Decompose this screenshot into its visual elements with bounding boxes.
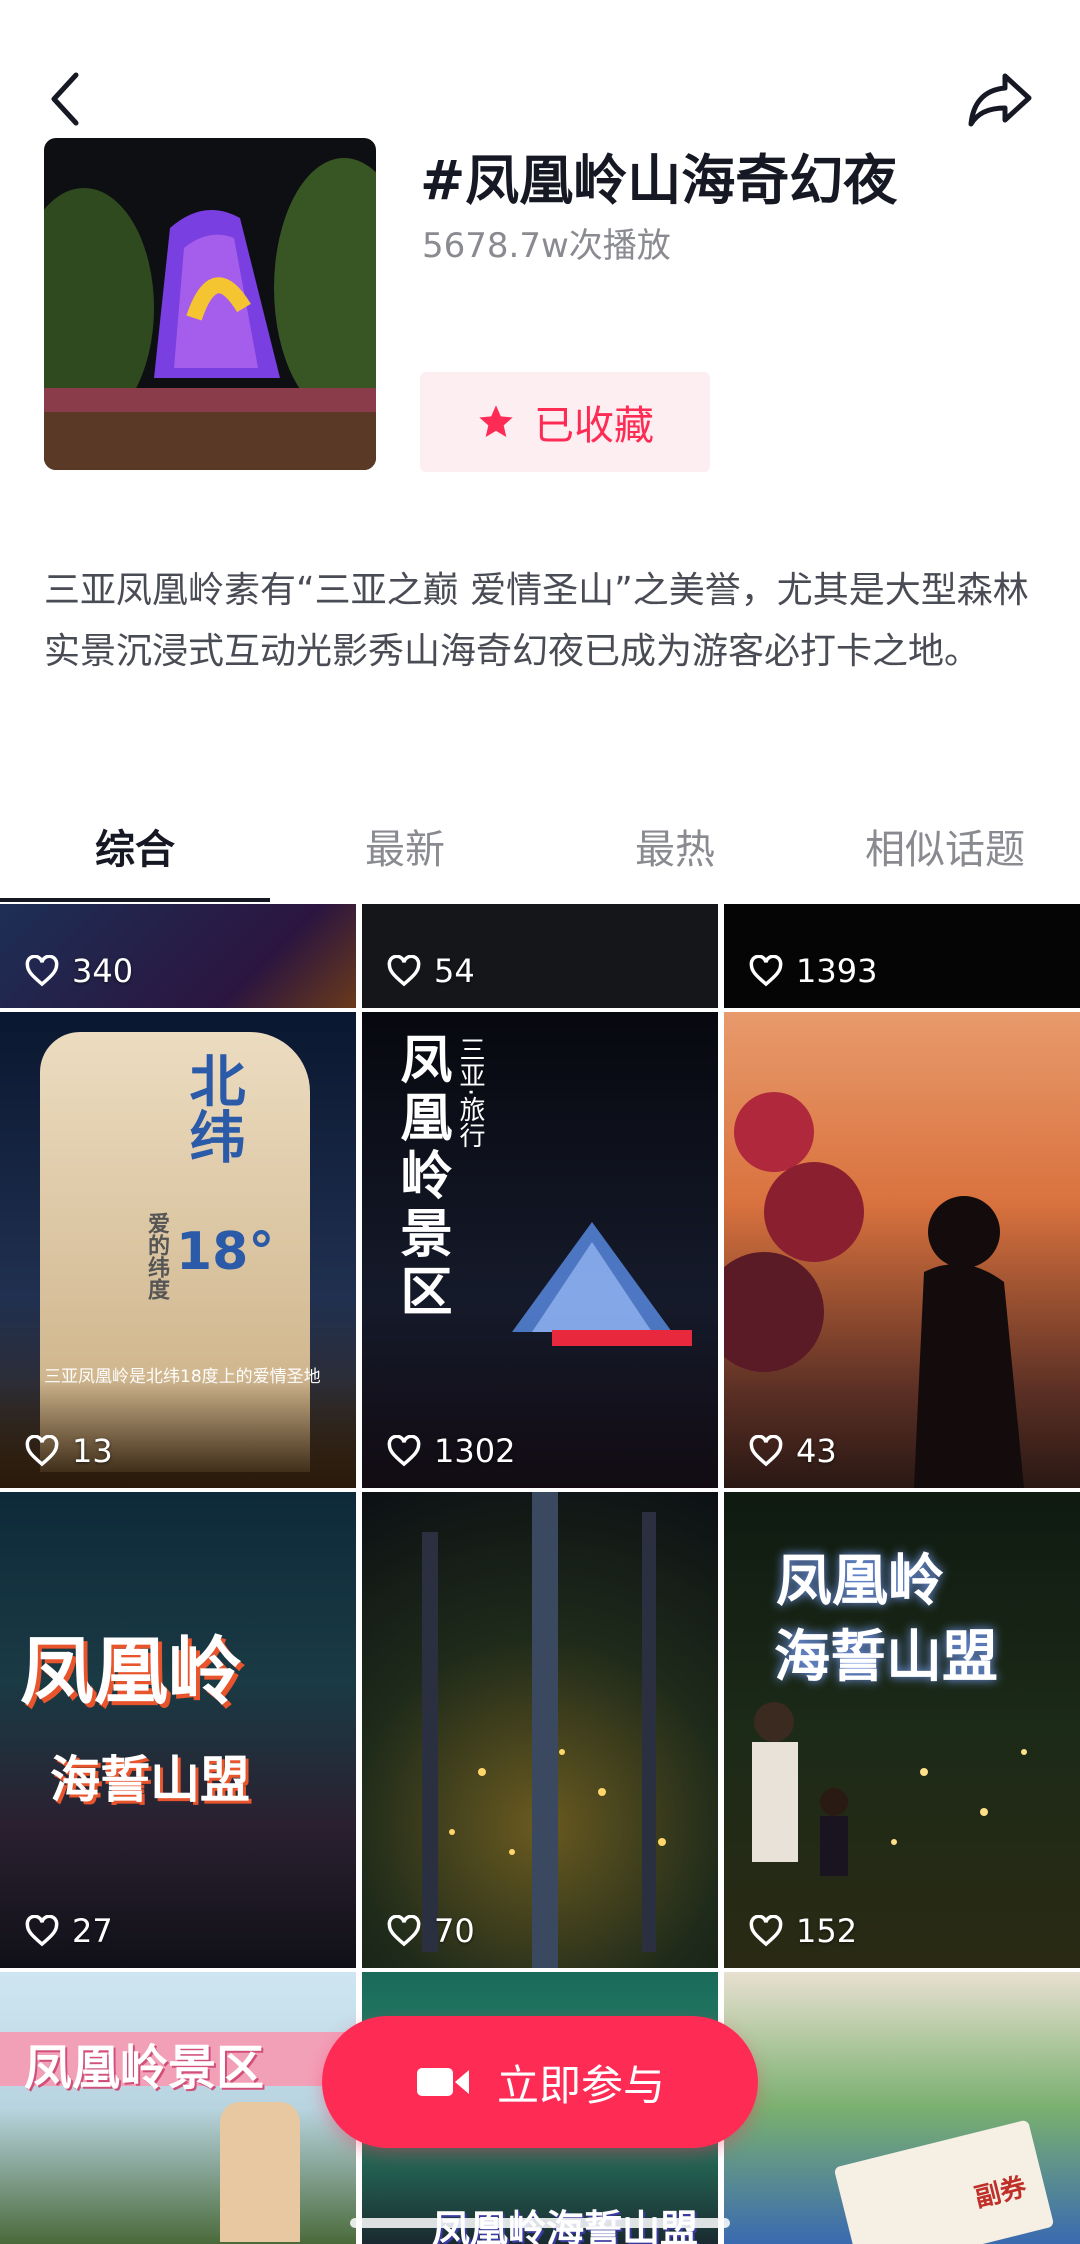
share-icon	[968, 73, 1032, 127]
like-count: 70	[386, 1912, 475, 1950]
like-count: 54	[386, 952, 475, 990]
video-overlay-text: 凤凰岭	[20, 1629, 242, 1715]
heart-icon	[387, 1435, 421, 1467]
video-card[interactable]: 54	[362, 904, 718, 1008]
silhouette-image	[724, 1092, 1024, 1488]
video-overlay-text-2: 三亚·旅行	[455, 1036, 485, 1149]
like-count: 152	[748, 1912, 857, 1950]
video-card[interactable]: 凤凰岭景区	[0, 1972, 356, 2244]
topic-description: 三亚凤凰岭素有“三亚之巅 爱情圣山”之美誉，尤其是大型森林实景沉浸式互动光影秀山…	[44, 570, 1029, 672]
back-button[interactable]	[36, 64, 96, 134]
like-count: 13	[24, 1432, 113, 1470]
video-overlay-text-2: 18°	[176, 1222, 275, 1282]
video-card[interactable]: 43	[724, 1012, 1080, 1488]
like-count: 1393	[748, 952, 877, 990]
video-card[interactable]: 凤凰岭 海誓山盟 27	[0, 1492, 356, 1968]
glass-house-image	[512, 1222, 692, 1346]
favorite-label: 已收藏	[534, 403, 654, 449]
heart-icon	[25, 1915, 59, 1947]
video-overlay-text: 北纬	[180, 1052, 245, 1164]
heart-icon	[25, 955, 59, 987]
video-card[interactable]: 凤凰岭 海誓山盟 152	[724, 1492, 1080, 1968]
heart-icon	[387, 955, 421, 987]
star-icon	[479, 405, 513, 437]
join-now-label: 立即参与	[496, 2060, 665, 2110]
topic-title: #凤凰岭山海奇幻夜	[420, 149, 898, 212]
chevron-left-icon	[51, 72, 79, 126]
play-count: 5678.7w次播放	[422, 226, 671, 266]
tab-similar-topics[interactable]: 相似话题	[810, 810, 1080, 890]
video-card[interactable]: 副券	[724, 1972, 1080, 2244]
share-button[interactable]	[960, 60, 1040, 140]
like-count: 43	[748, 1432, 837, 1470]
tab-bar: 综合 最新 最热 相似话题	[0, 810, 1080, 902]
video-overlay-text-2: 海誓山盟	[774, 1625, 998, 1690]
video-card[interactable]: 凤凰岭景区 三亚·旅行 1302	[362, 1012, 718, 1488]
video-overlay-text: 凤凰岭景区	[24, 2040, 265, 2096]
video-card[interactable]: 1393	[724, 904, 1080, 1008]
like-count: 27	[24, 1912, 113, 1950]
tab-latest[interactable]: 最新	[270, 810, 540, 890]
forest-lights-image	[422, 1492, 666, 1968]
tab-comprehensive[interactable]: 综合	[0, 810, 270, 890]
favorite-button[interactable]: 已收藏	[420, 372, 710, 472]
join-now-button[interactable]: 立即参与	[322, 2016, 758, 2148]
video-card[interactable]: 北纬 18° 爱的纬度 三亚凤凰岭是北纬18度上的爱情圣地 13	[0, 1012, 356, 1488]
heart-icon	[749, 955, 783, 987]
heart-icon	[25, 1435, 59, 1467]
home-indicator	[350, 2218, 730, 2228]
like-count: 1302	[386, 1432, 515, 1470]
video-card[interactable]: 340	[0, 904, 356, 1008]
topic-cover-image	[44, 138, 376, 470]
video-overlay-text: 凤凰岭	[776, 1549, 944, 1614]
heart-icon	[749, 1435, 783, 1467]
heart-icon	[387, 1915, 421, 1947]
video-overlay-text-3: 爱的纬度	[144, 1212, 169, 1300]
video-camera-icon	[416, 2068, 469, 2096]
tab-indicator	[0, 898, 270, 902]
like-count: 340	[24, 952, 133, 990]
video-overlay-text-2: 海誓山盟	[50, 1751, 250, 1809]
heart-icon	[749, 1915, 783, 1947]
video-card[interactable]: 70	[362, 1492, 718, 1968]
video-overlay-text: 凤凰岭景区	[391, 1032, 451, 1322]
tab-hottest[interactable]: 最热	[540, 810, 810, 890]
